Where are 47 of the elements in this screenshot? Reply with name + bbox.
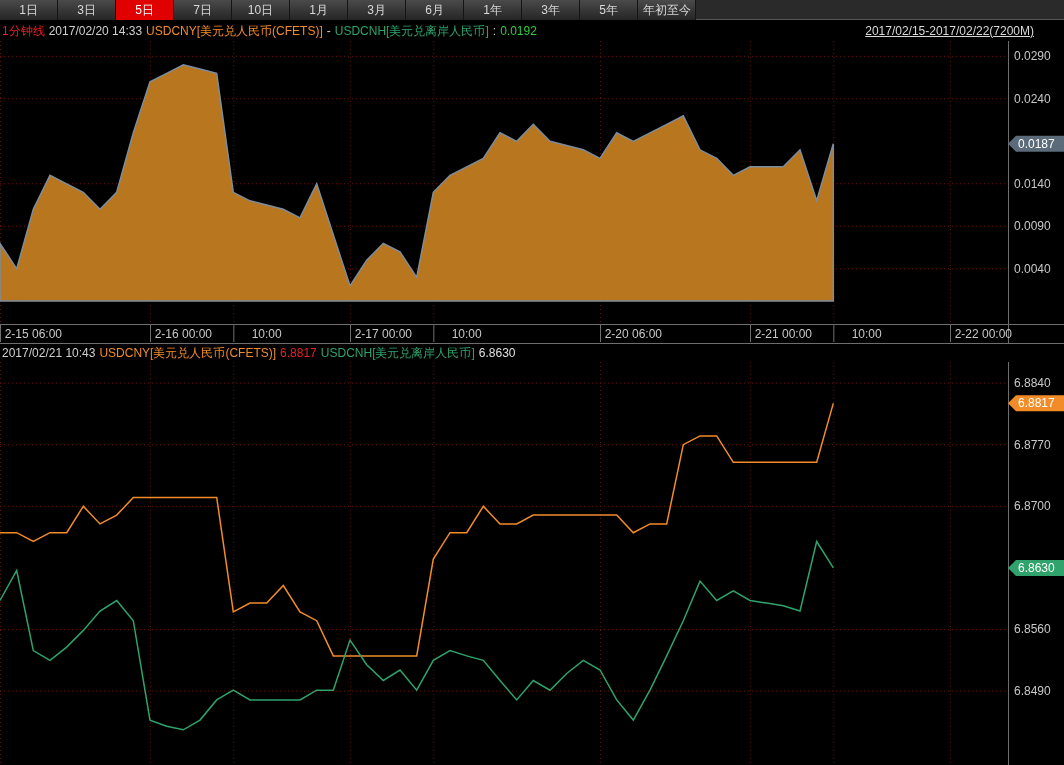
series-name: USDCNH[美元兑离岸人民币] <box>334 22 489 40</box>
period-tab[interactable]: 3日 <box>58 0 116 20</box>
price-value: 6.8817 <box>280 345 317 362</box>
axis-label: 2-17 00:00 <box>354 327 413 341</box>
axis-label: 6.8700 <box>1014 499 1051 514</box>
period-tab[interactable]: 6月 <box>406 0 464 20</box>
axis-label: 0.0240 <box>1014 91 1051 106</box>
axis-label: 2-21 00:00 <box>754 327 813 341</box>
axis-label: 0.0290 <box>1014 49 1051 64</box>
period-tab[interactable]: 10日 <box>232 0 290 20</box>
period-tab[interactable]: 1年 <box>464 0 522 20</box>
axis-label: 2-22 00:00 <box>954 327 1013 341</box>
period-tab[interactable]: 5日 <box>116 0 174 20</box>
axis-label: 6.8770 <box>1014 437 1051 452</box>
axis-label: 2-16 00:00 <box>154 327 213 341</box>
period-tab[interactable]: 3年 <box>522 0 580 20</box>
series-name: USDCNH[美元兑离岸人民币] <box>320 345 475 362</box>
date-range-link[interactable]: 2017/02/15-2017/02/22(7200M) <box>865 21 1034 40</box>
price-tag: 6.8817 <box>1008 395 1064 412</box>
series-name: USDCNY[美元兑人民币(CFETS)] <box>146 22 323 40</box>
axis-label: 2-20 06:00 <box>604 327 663 341</box>
axis-label: 0.0040 <box>1014 261 1051 276</box>
minus-sign: - <box>326 22 331 40</box>
period-tab[interactable]: 1月 <box>290 0 348 20</box>
axis-label: 10:00 <box>851 327 882 341</box>
colon: : <box>492 22 497 40</box>
axis-label: 10:00 <box>251 327 282 341</box>
axis-label: 6.8490 <box>1014 684 1051 699</box>
timestamp: 2017/02/21 10:43 <box>2 345 96 362</box>
axis-label: 0.0140 <box>1014 176 1051 191</box>
series-name: USDCNY[美元兑人民币(CFETS)] <box>99 345 277 362</box>
axis-label: 6.8560 <box>1014 622 1051 637</box>
period-tab[interactable]: 5年 <box>580 0 638 20</box>
spread-value: 0.0192 <box>500 22 537 40</box>
axis-label: 0.0090 <box>1014 219 1051 234</box>
axis-label: 2-15 06:00 <box>4 327 63 341</box>
timestamp: 2017/02/20 14:33 <box>48 22 143 40</box>
price-value: 6.8630 <box>478 345 516 362</box>
period-tab[interactable]: 3月 <box>348 0 406 20</box>
period-label: 1分钟线 <box>2 22 45 40</box>
period-tab[interactable]: 1日 <box>0 0 58 20</box>
period-tab[interactable]: 7日 <box>174 0 232 20</box>
price-tag: 0.0187 <box>1008 135 1064 152</box>
price-tag: 6.8630 <box>1008 559 1064 576</box>
period-tab[interactable]: 年初至今 <box>638 0 696 20</box>
axis-label: 10:00 <box>451 327 482 341</box>
axis-label: 6.8840 <box>1014 376 1051 391</box>
